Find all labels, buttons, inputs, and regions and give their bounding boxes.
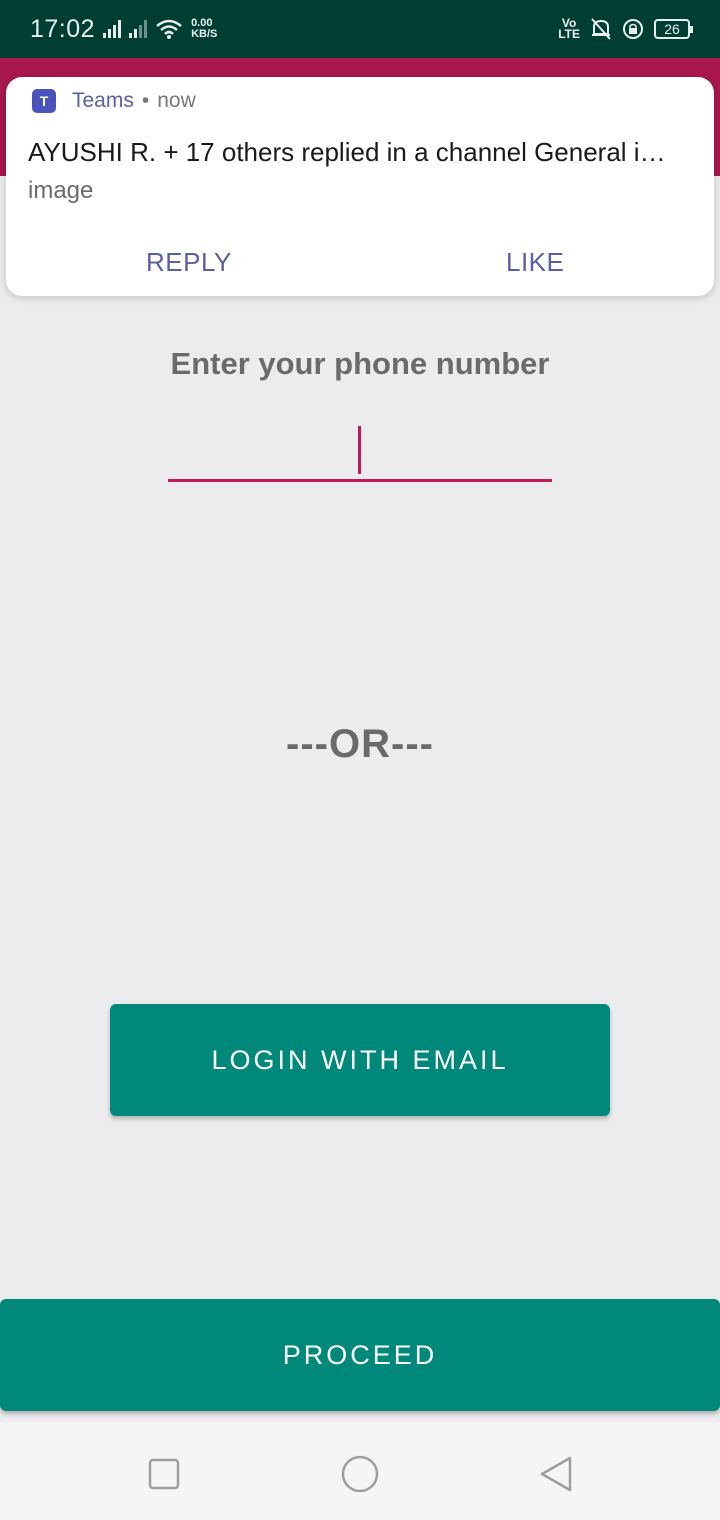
notification-app-name: Teams [72,89,134,112]
volte-indicator: Vo LTE [558,17,580,41]
home-icon[interactable] [340,1454,380,1494]
bell-off-icon [591,18,611,40]
status-bar: 17:02 0.00 KB/S Vo LTE 26 [0,0,720,58]
signal-icon-sim2 [129,20,148,38]
like-button[interactable]: LIKE [506,247,564,278]
notification-body: image [28,177,94,204]
network-speed-unit: KB/S [191,28,218,40]
battery-icon: 26 [654,19,693,39]
notification-title: AYUSHI R. + 17 others replied in a chann… [28,137,666,167]
rotation-lock-icon [623,19,643,39]
wifi-icon [156,19,182,39]
text-cursor [358,426,361,474]
signal-icon-sim1 [103,20,122,38]
teams-notification[interactable]: T Teams • now AYUSHI R. + 17 others repl… [6,77,714,296]
or-divider: ---OR--- [286,722,434,766]
clock: 17:02 [30,14,96,43]
login-with-email-button[interactable]: LOGIN WITH EMAIL [110,1004,610,1116]
notification-time: now [157,89,196,112]
volte-bottom: LTE [558,27,580,41]
recent-apps-icon[interactable] [144,1454,184,1494]
back-icon[interactable] [536,1454,576,1494]
phone-label: Enter your phone number [170,346,550,381]
proceed-button[interactable]: PROCEED [0,1299,720,1411]
navigation-bar [0,1422,720,1520]
phone-input[interactable] [168,418,552,482]
notification-separator: • [141,89,150,112]
network-speed: 0.00 KB/S [191,18,217,40]
reply-button[interactable]: REPLY [146,247,232,278]
teams-icon: T [32,89,56,113]
